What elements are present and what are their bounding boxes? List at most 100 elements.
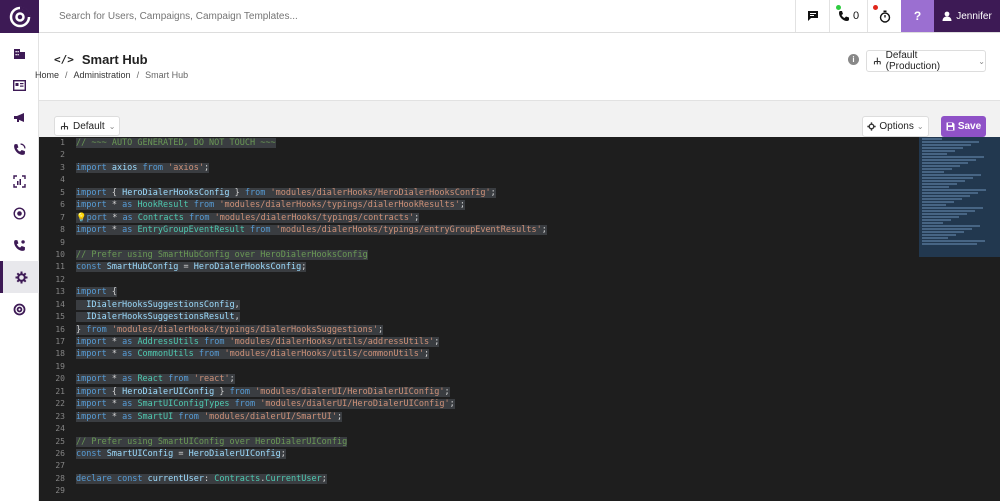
code-line[interactable]: // ~~~ AUTO GENERATED, DO NOT TOUCH ~~~ <box>76 137 916 149</box>
info-icon[interactable]: i <box>848 54 859 65</box>
code-line[interactable]: import * as AddressUtils from 'modules/d… <box>76 336 916 348</box>
sidebar-item-targets[interactable] <box>0 197 39 229</box>
code-token: ; <box>377 324 384 335</box>
sidebar-item-organizations[interactable] <box>0 37 39 69</box>
code-line[interactable] <box>76 237 916 249</box>
code-token: from <box>229 386 256 397</box>
minimap-line <box>922 204 946 206</box>
code-token: Contracts <box>137 212 189 223</box>
phone-settings-icon <box>14 239 25 251</box>
phone-icon <box>14 142 26 155</box>
editor-toolbar: Default ⌄ Options ⌄ Save <box>39 101 1000 137</box>
code-token: } <box>234 187 245 198</box>
code-token: as <box>122 374 138 385</box>
breadcrumb-administration[interactable]: Administration <box>74 70 131 80</box>
code-token: SmartUI <box>137 411 179 422</box>
code-line[interactable]: IDialerHooksSuggestionsConfig, <box>76 299 916 311</box>
sidebar-item-campaigns[interactable] <box>0 101 39 133</box>
breadcrumb: Home / Administration / Smart Hub <box>35 70 188 80</box>
code-line[interactable] <box>76 274 916 286</box>
code-line[interactable]: import * as CommonUtils from 'modules/di… <box>76 348 916 360</box>
code-token: IDialerHooksSuggestionsConfig <box>76 299 235 310</box>
timer-button[interactable] <box>867 0 901 32</box>
code-token: , <box>234 299 240 310</box>
line-number: 6 <box>60 200 65 210</box>
save-button[interactable]: Save <box>941 116 986 137</box>
code-token: 'modules/dialerHooks/utils/addressUtils' <box>229 337 435 347</box>
code-line[interactable]: // Prefer using SmartHubConfig over Hero… <box>76 249 916 261</box>
gear-icon <box>15 271 27 283</box>
code-line[interactable]: 💡port * as Contracts from 'modules/diale… <box>76 212 916 224</box>
user-menu-button[interactable]: Jennifer <box>934 0 1000 32</box>
code-token: SmartUIConfig <box>106 448 179 459</box>
code-line[interactable]: import * as HookResult from 'modules/dia… <box>76 199 916 211</box>
code-line[interactable] <box>76 460 916 472</box>
code-line[interactable] <box>76 485 916 497</box>
code-line[interactable]: import { <box>76 286 916 298</box>
minimap-line <box>922 162 968 164</box>
user-icon <box>942 11 952 21</box>
sidebar-item-about[interactable] <box>0 293 39 325</box>
line-number: 28 <box>55 473 65 483</box>
code-line[interactable]: import * as SmartUIConfigTypes from 'mod… <box>76 398 916 410</box>
code-token: , <box>234 312 240 323</box>
code-line[interactable]: } from 'modules/dialerHooks/typings/dial… <box>76 324 916 336</box>
code-token: { <box>111 287 117 298</box>
minimap-line <box>922 174 981 176</box>
chat-button[interactable] <box>795 0 829 32</box>
help-button[interactable]: ? <box>901 0 934 32</box>
page-title: Smart Hub <box>81 52 148 67</box>
code-token: HeroDialerHooksConfig <box>122 187 235 198</box>
code-line[interactable]: // Prefer using SmartUIConfig over HeroD… <box>76 436 916 448</box>
minimap-line <box>922 234 956 236</box>
branch-select[interactable]: Default ⌄ <box>54 116 120 136</box>
minimap[interactable] <box>919 137 1000 257</box>
logo-mark-icon <box>13 303 26 315</box>
branch-icon <box>873 57 881 64</box>
code-token: import <box>76 287 112 298</box>
sidebar-item-dialer[interactable] <box>0 229 39 261</box>
code-token: from <box>86 324 112 335</box>
environment-select[interactable]: Default (Production) ⌄ <box>866 50 986 72</box>
breadcrumb-separator: / <box>65 70 68 80</box>
code-line[interactable]: import * as EntryGroupEventResult from '… <box>76 224 916 236</box>
line-number: 21 <box>55 386 65 396</box>
code-line[interactable]: const SmartHubConfig = HeroDialerHooksCo… <box>76 261 916 273</box>
line-number: 29 <box>55 486 65 496</box>
calls-button[interactable]: 0 <box>829 0 867 32</box>
sidebar-item-administration[interactable] <box>0 261 39 293</box>
minimap-line <box>922 216 959 218</box>
line-number: 3 <box>60 162 65 172</box>
sidebar-item-contacts[interactable] <box>0 69 39 101</box>
code-token: as <box>122 349 138 360</box>
code-editor[interactable]: 1 2 3 4 5 6 7 8 9 10 11 12 13 14 15 16 17 18 19 20 21 22 23 24 2… <box>39 137 1000 501</box>
code-line[interactable] <box>76 361 916 373</box>
code-token: ; <box>490 187 496 198</box>
code-line[interactable]: IDialerHooksSuggestionsResult, <box>76 311 916 323</box>
code-token: ; <box>459 200 465 211</box>
app-logo[interactable] <box>0 0 39 33</box>
code-token: { <box>111 386 123 397</box>
code-line[interactable]: import * as SmartUI from 'modules/dialer… <box>76 411 916 423</box>
code-area[interactable]: // ~~~ AUTO GENERATED, DO NOT TOUCH ~~~ i… <box>76 137 916 501</box>
minimap-line <box>922 195 970 197</box>
code-line[interactable]: import { HeroDialerUIConfig } from 'modu… <box>76 386 916 398</box>
search-input[interactable] <box>59 10 359 22</box>
code-line[interactable]: declare const currentUser: Contracts.Cur… <box>76 473 916 485</box>
code-line[interactable]: import { HeroDialerHooksConfig } from 'm… <box>76 187 916 199</box>
code-line[interactable] <box>76 423 916 435</box>
code-token: // ~~~ AUTO GENERATED, DO NOT TOUCH ~~~ <box>76 138 276 148</box>
code-line[interactable] <box>76 149 916 161</box>
sidebar-item-dashboards[interactable] <box>0 165 39 197</box>
code-line[interactable]: const SmartUIConfig = HeroDialerUIConfig… <box>76 448 916 460</box>
code-line[interactable]: import axios from 'axios'; <box>76 162 916 174</box>
code-token: from <box>203 337 230 347</box>
code-line[interactable] <box>76 174 916 186</box>
breadcrumb-home[interactable]: Home <box>35 70 59 80</box>
options-button[interactable]: Options ⌄ <box>862 116 929 137</box>
minimap-line <box>922 156 984 158</box>
status-dot-red <box>873 5 878 10</box>
sidebar-item-calls[interactable] <box>0 133 39 165</box>
code-line[interactable]: import * as React from 'react'; <box>76 373 916 385</box>
code-token: import <box>76 337 112 347</box>
